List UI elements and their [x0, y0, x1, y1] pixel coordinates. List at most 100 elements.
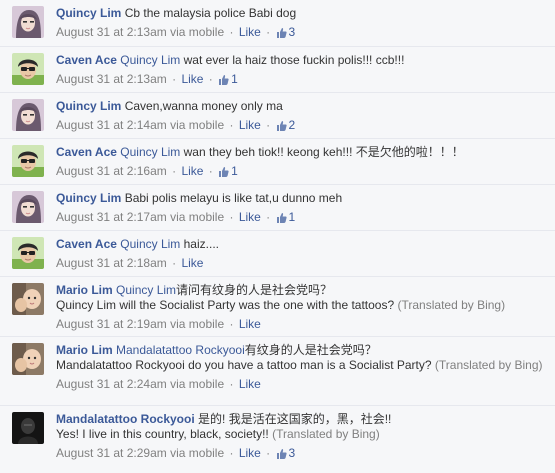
separator-dot: · [266, 25, 271, 39]
timestamp[interactable]: August 31 at 2:24am [56, 377, 167, 391]
timestamp[interactable]: August 31 at 2:14am [56, 118, 167, 132]
via-mobile-label: via mobile [170, 25, 225, 39]
thumbs-up-icon [218, 74, 229, 89]
like-count[interactable]: 2 [276, 118, 296, 135]
separator-dot: · [229, 317, 234, 331]
avatar[interactable] [12, 343, 44, 375]
comment-meta: August 31 at 2:13am · Like · 1 [56, 72, 549, 89]
timestamp[interactable]: August 31 at 2:16am [56, 164, 167, 178]
comment-text: haiz.... [180, 237, 219, 251]
avatar[interactable] [12, 191, 44, 223]
comment-author[interactable]: Caven Ace [56, 237, 117, 251]
separator-dot: · [229, 377, 234, 391]
comment-line: Mario Lim Mandalatattoo Rockyooi有纹身的人是社会… [56, 343, 549, 358]
comment-body: Mandalatattoo Rockyooi 是的! 我是活在这国家的，黑，社会… [56, 412, 549, 463]
like-count[interactable]: 3 [276, 446, 296, 463]
separator-dot: · [266, 446, 271, 460]
avatar[interactable] [12, 6, 44, 38]
comment-author[interactable]: Mandalatattoo Rockyooi [56, 412, 195, 426]
avatar[interactable] [12, 53, 44, 85]
like-button[interactable]: Like [239, 446, 261, 460]
separator-dot: · [229, 118, 234, 132]
comment-text: Cb the malaysia police Babi dog [124, 6, 297, 20]
mention-link[interactable]: Mandalatattoo Rockyooi [116, 343, 245, 357]
comment-meta: August 31 at 2:16am · Like · 1 [56, 164, 549, 181]
separator-dot: · [266, 210, 271, 224]
comment-list: Quincy Lim Cb the malaysia police Babi d… [0, 0, 555, 473]
comment-item: Quincy Lim Caven,wanna money only ma Augu… [0, 92, 555, 138]
via-mobile-label: via mobile [170, 118, 225, 132]
avatar[interactable] [12, 283, 44, 315]
like-button[interactable]: Like [239, 210, 261, 224]
timestamp[interactable]: August 31 at 2:17am [56, 210, 167, 224]
like-button[interactable]: Like [181, 256, 203, 270]
comment-line: Mandalatattoo Rockyooi 是的! 我是活在这国家的，黑，社会… [56, 412, 549, 427]
comment-line: Quincy Lim Caven,wanna money only ma [56, 99, 549, 114]
like-count[interactable]: 3 [276, 25, 295, 42]
comment-body: Quincy Lim Cb the malaysia police Babi d… [56, 6, 549, 42]
like-count-number: 2 [288, 118, 296, 132]
translation-line: Mandalatattoo Rockyooi do you have a tat… [56, 358, 549, 373]
comment-author[interactable]: Mario Lim [56, 283, 113, 297]
comment-line: Quincy Lim Babi polis melayu is like tat… [56, 191, 549, 206]
comment-author[interactable]: Caven Ace [56, 53, 117, 67]
like-button[interactable]: Like [239, 377, 261, 391]
comment-line: Caven Ace Quincy Lim haiz.... [56, 237, 549, 252]
like-count[interactable]: 1 [276, 210, 296, 227]
like-count-number: 1 [288, 210, 296, 224]
timestamp[interactable]: August 31 at 2:19am [56, 317, 167, 331]
timestamp[interactable]: August 31 at 2:18am [56, 256, 167, 270]
like-count[interactable]: 1 [218, 164, 238, 178]
thumbs-up-icon [276, 120, 287, 135]
mention-link[interactable]: Quincy Lim [120, 53, 180, 67]
separator-dot: · [229, 446, 234, 460]
comment-item: Mario Lim Mandalatattoo Rockyooi有纹身的人是社会… [0, 336, 555, 405]
comment-body: Caven Ace Quincy Lim wat ever la haiz th… [56, 53, 549, 89]
comment-author[interactable]: Caven Ace [56, 145, 117, 159]
comment-author[interactable]: Quincy Lim [56, 99, 121, 113]
like-count[interactable]: 1 [218, 72, 238, 86]
comment-line: Caven Ace Quincy Lim wat ever la haiz th… [56, 53, 549, 68]
comment-line: Mario Lim Quincy Lim请问有纹身的人是社会党吗？ [56, 283, 549, 298]
timestamp[interactable]: August 31 at 2:13am [56, 72, 167, 86]
mention-link[interactable]: Quincy Lim [116, 283, 176, 297]
avatar[interactable] [12, 145, 44, 177]
comment-author[interactable]: Quincy Lim [56, 6, 121, 20]
comment-body: Quincy Lim Caven,wanna money only ma Augu… [56, 99, 549, 135]
via-mobile-label: via mobile [170, 317, 225, 331]
comment-author[interactable]: Quincy Lim [56, 191, 121, 205]
translation-line: Quincy Lim will the Socialist Party was … [56, 298, 549, 313]
translated-by-label: (Translated by Bing) [434, 358, 543, 372]
separator-dot: · [229, 25, 234, 39]
like-button[interactable]: Like [239, 25, 261, 39]
timestamp[interactable]: August 31 at 2:13am [56, 25, 167, 39]
comment-text: wat ever la haiz those fuckin polis!!! c… [180, 53, 405, 67]
avatar[interactable] [12, 412, 44, 444]
mention-link[interactable]: Quincy Lim [120, 237, 180, 251]
comment-item: Quincy Lim Babi polis melayu is like tat… [0, 184, 555, 230]
thumbs-up-icon [276, 448, 287, 463]
comment-item: Mandalatattoo Rockyooi 是的! 我是活在这国家的，黑，社会… [0, 405, 555, 473]
separator-dot: · [172, 256, 177, 270]
separator-dot: · [172, 72, 177, 86]
timestamp[interactable]: August 31 at 2:29am [56, 446, 167, 460]
avatar[interactable] [12, 99, 44, 131]
via-mobile-label: via mobile [170, 446, 225, 460]
comment-author[interactable]: Mario Lim [56, 343, 113, 357]
separator-dot: · [266, 118, 271, 132]
comment-body: Caven Ace Quincy Lim haiz.... August 31 a… [56, 237, 549, 271]
separator-dot: · [229, 210, 234, 224]
thumbs-up-icon [276, 27, 287, 42]
mention-link[interactable]: Quincy Lim [120, 145, 180, 159]
thumbs-up-icon [276, 212, 287, 227]
like-count-number: 3 [288, 446, 296, 460]
comment-text: 请问有纹身的人是社会党吗？ [176, 283, 333, 297]
avatar[interactable] [12, 237, 44, 269]
comment-body: Caven Ace Quincy Lim wan they beh tiok!!… [56, 145, 549, 181]
comment-meta: August 31 at 2:18am · Like [56, 256, 549, 271]
like-count-number: 1 [231, 72, 238, 86]
like-button[interactable]: Like [239, 118, 261, 132]
like-button[interactable]: Like [239, 317, 261, 331]
like-button[interactable]: Like [181, 72, 203, 86]
like-button[interactable]: Like [181, 164, 203, 178]
